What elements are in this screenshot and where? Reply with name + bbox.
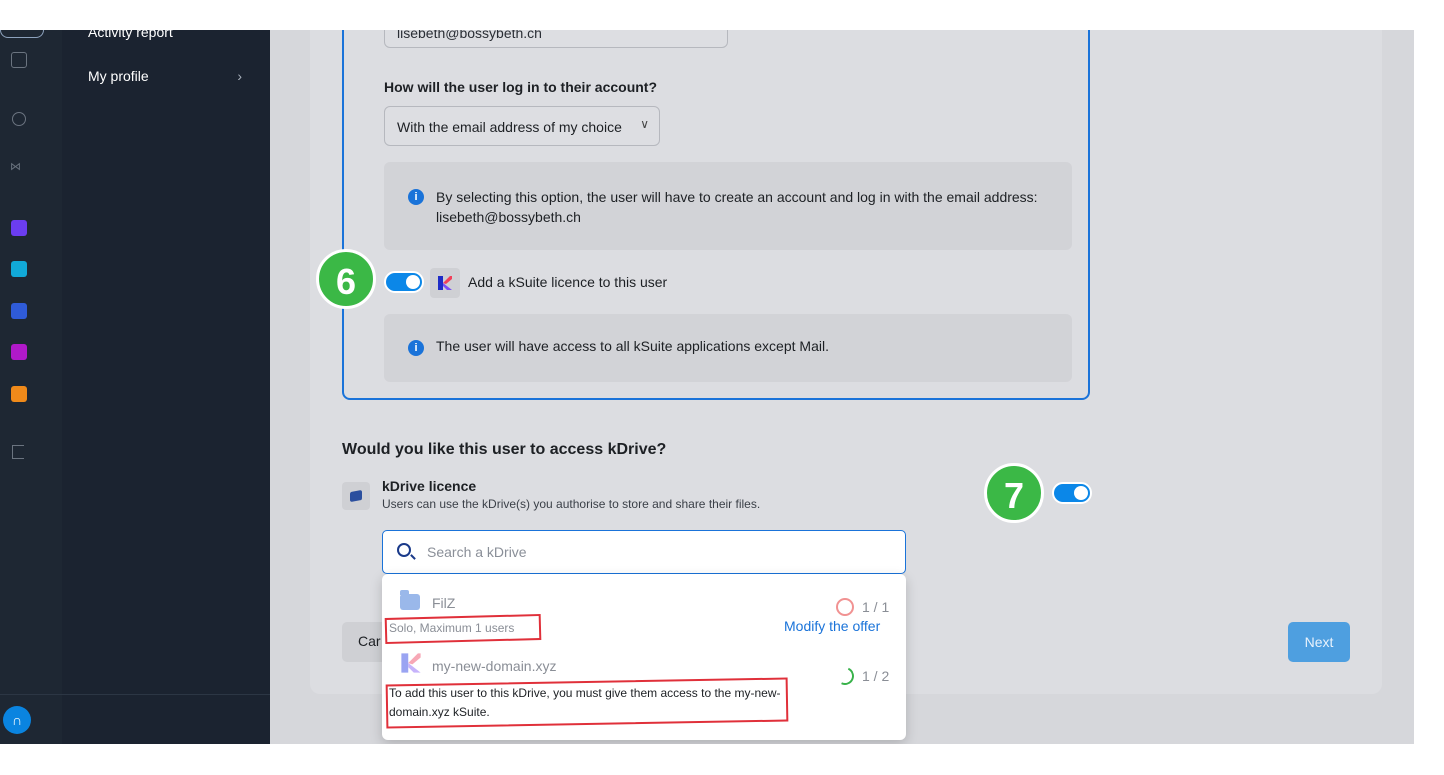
- kdrive-result-count: 1 / 2: [862, 668, 890, 684]
- info-icon: i: [408, 189, 424, 205]
- headset-icon[interactable]: [12, 112, 26, 126]
- logout-icon[interactable]: [12, 445, 24, 459]
- selected-rail-item-outline: [0, 30, 44, 38]
- rail-divider: [0, 694, 62, 695]
- highlight-annotation: [385, 677, 789, 729]
- kdrive-licence-toggle[interactable]: [1052, 482, 1092, 504]
- highlight-annotation: [384, 613, 542, 645]
- kdrive-app-icon[interactable]: [11, 303, 27, 319]
- ksuite-licence-toggle[interactable]: [384, 271, 424, 293]
- settings-menu: Activity report My profile ›: [62, 30, 270, 744]
- ksuite-logo-tile: [430, 268, 460, 298]
- login-method-label: How will the user log in to their accoun…: [384, 79, 658, 95]
- kdrive-section-title: Would you like this user to access kDriv…: [342, 441, 667, 458]
- ksuite-app-icon[interactable]: [11, 220, 27, 236]
- info-icon: i: [408, 340, 424, 356]
- swisstransfer-app-icon[interactable]: [11, 386, 27, 402]
- kdrive-result-count: 1 / 1: [862, 599, 890, 615]
- search-icon: [397, 543, 411, 557]
- login-method-select[interactable]: With the email address of my choice ∨: [384, 106, 660, 146]
- chevron-right-icon: ›: [237, 68, 242, 84]
- kdrive-search: [382, 530, 906, 574]
- menu-item-activity-report[interactable]: Activity report: [88, 30, 173, 40]
- chevron-down-icon: ∨: [640, 117, 649, 131]
- toggle-knob: [406, 275, 420, 289]
- email-field[interactable]: lisebeth@bossybeth.ch: [384, 30, 728, 48]
- step-badge-7: 7: [984, 463, 1044, 523]
- modify-offer-link[interactable]: Modify the offer: [784, 618, 880, 634]
- usage-ring-icon: [836, 598, 854, 616]
- main-content: lisebeth@bossybeth.ch How will the user …: [270, 30, 1414, 744]
- kdrive-licence-title: kDrive licence: [382, 478, 477, 494]
- folder-icon: [400, 590, 420, 610]
- kdrive-licence-description: Users can use the kDrive(s) you authoris…: [382, 497, 761, 511]
- ksuite-logo-icon: [401, 653, 421, 673]
- usage-ring-icon: [833, 664, 857, 688]
- kdrive-icon: [342, 482, 370, 510]
- app-window: ⋈ ∩ Activity report My profile › lisebet…: [0, 30, 1414, 744]
- kdrive-result-name[interactable]: FilZ: [432, 595, 455, 611]
- next-button[interactable]: Next: [1288, 622, 1350, 662]
- handshake-icon[interactable]: ⋈: [10, 160, 21, 173]
- support-icon[interactable]: ∩: [3, 706, 31, 734]
- app-rail: ⋈ ∩: [0, 30, 62, 744]
- ksuite-info-box: i The user will have access to all kSuit…: [384, 314, 1072, 382]
- login-method-value: With the email address of my choice: [397, 119, 622, 136]
- step-badge-6: 6: [316, 249, 376, 309]
- menu-item-my-profile[interactable]: My profile: [88, 68, 149, 84]
- ksuite-licence-label: Add a kSuite licence to this user: [468, 274, 668, 290]
- login-info-box: i By selecting this option, the user wil…: [384, 162, 1072, 250]
- building-icon[interactable]: [11, 52, 27, 68]
- kdrive-dropdown: FilZ Solo, Maximum 1 users 1 / 1 Modify …: [382, 574, 906, 740]
- menu-divider: [62, 694, 270, 695]
- kdrive-result-name[interactable]: my-new-domain.xyz: [432, 658, 556, 674]
- login-info-text: By selecting this option, the user will …: [436, 189, 1038, 225]
- kmeet-app-icon[interactable]: [11, 261, 27, 277]
- ksuite-logo-icon: [438, 276, 452, 290]
- kchat-app-icon[interactable]: [11, 344, 27, 360]
- kdrive-search-input[interactable]: [427, 541, 887, 563]
- toggle-knob: [1074, 486, 1088, 500]
- ksuite-info-text: The user will have access to all kSuite …: [436, 338, 829, 354]
